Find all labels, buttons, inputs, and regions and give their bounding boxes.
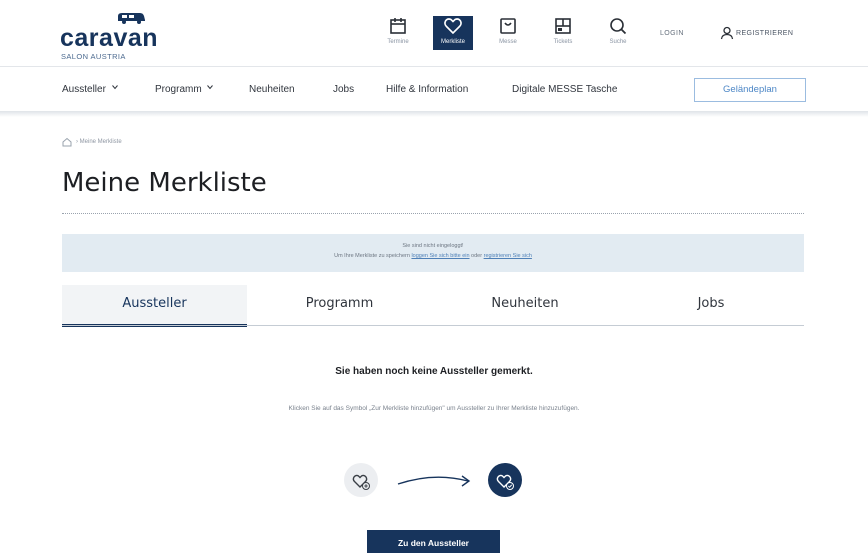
- nav-merkliste-label: Merkliste: [440, 39, 465, 45]
- camper-van-icon: [118, 13, 145, 24]
- nav-neuheiten[interactable]: Neuheiten: [249, 84, 295, 95]
- nav-tickets[interactable]: Tickets: [543, 16, 583, 50]
- nav-messe-label: Messe: [499, 39, 517, 45]
- add-to-list-heart-icon: [344, 463, 378, 497]
- tabs-baseline: [62, 325, 804, 326]
- logo-wordmark: caravan: [60, 24, 159, 52]
- merkliste-tabs: Aussteller Programm Neuheiten Jobs: [62, 285, 804, 327]
- nav-suche[interactable]: Suche: [598, 16, 638, 50]
- register-label: REGISTRIEREN: [736, 30, 794, 37]
- heart-icon: [444, 18, 462, 35]
- tab-aussteller[interactable]: Aussteller: [62, 285, 247, 327]
- chevron-down-icon: [207, 85, 214, 90]
- calendar-icon: [390, 18, 406, 34]
- breadcrumb-current: › Meine Merkliste: [76, 139, 122, 145]
- notice-line-1: Sie sind nicht eingeloggt!: [402, 243, 464, 249]
- nav-digitale-messe-tasche[interactable]: Digitale MESSE Tasche: [512, 84, 617, 95]
- tab-programm[interactable]: Programm: [247, 285, 432, 325]
- nav-termine-label: Termine: [387, 39, 409, 45]
- title-divider: [62, 213, 804, 214]
- site-header: caravan SALON AUSTRIA Termine Merkliste …: [0, 0, 868, 66]
- empty-state-title: Sie haben noch keine Aussteller gemerkt.: [335, 366, 533, 377]
- empty-state-description: Klicken Sie auf das Symbol „Zur Merklist…: [288, 405, 580, 412]
- bag-icon: [500, 18, 516, 34]
- nav-suche-label: Suche: [609, 39, 627, 45]
- added-to-list-heart-icon: [488, 463, 522, 497]
- nav-hilfe-information[interactable]: Hilfe & Information: [386, 84, 468, 95]
- login-notice: Sie sind nicht eingeloggt! Um Ihre Merkl…: [62, 234, 804, 272]
- home-icon[interactable]: [62, 137, 72, 147]
- nav-shadow: [0, 111, 868, 117]
- notice-register-link[interactable]: registrieren Sie sich: [484, 253, 532, 259]
- nav-programm-label: Programm: [155, 84, 202, 95]
- nav-aussteller-label: Aussteller: [62, 84, 106, 95]
- notice-login-link[interactable]: loggen Sie sich bitte ein: [411, 253, 469, 259]
- nav-merkliste[interactable]: Merkliste: [433, 16, 473, 50]
- ticket-icon: [555, 18, 571, 34]
- tab-jobs[interactable]: Jobs: [618, 285, 804, 325]
- logo-subtitle: SALON AUSTRIA: [61, 52, 126, 61]
- nav-messe[interactable]: Messe: [488, 16, 528, 50]
- notice-line-2: Um Ihre Merkliste zu speichern loggen Si…: [334, 253, 532, 259]
- nav-aussteller[interactable]: Aussteller: [62, 84, 118, 95]
- nav-tickets-label: Tickets: [553, 39, 573, 45]
- main-navigation: Aussteller Programm Neuheiten Jobs Hilfe…: [0, 67, 868, 111]
- nav-programm[interactable]: Programm: [155, 84, 214, 95]
- chevron-down-icon: [111, 85, 118, 90]
- arrow-right-icon: [397, 475, 471, 487]
- login-link[interactable]: LOGIN: [660, 30, 684, 37]
- site-plan-button[interactable]: Geländeplan: [694, 78, 806, 102]
- search-icon: [610, 18, 627, 35]
- caravan-salon-logo[interactable]: caravan SALON AUSTRIA: [60, 12, 158, 61]
- heart-check-icon: [496, 474, 514, 490]
- nav-termine[interactable]: Termine: [378, 16, 418, 50]
- page-title: Meine Merkliste: [62, 168, 267, 198]
- user-icon: [720, 26, 734, 40]
- heart-plus-icon: [352, 474, 370, 490]
- tab-neuheiten[interactable]: Neuheiten: [432, 285, 618, 325]
- go-to-exhibitors-button[interactable]: Zu den Aussteller: [367, 530, 500, 553]
- nav-jobs[interactable]: Jobs: [333, 84, 354, 95]
